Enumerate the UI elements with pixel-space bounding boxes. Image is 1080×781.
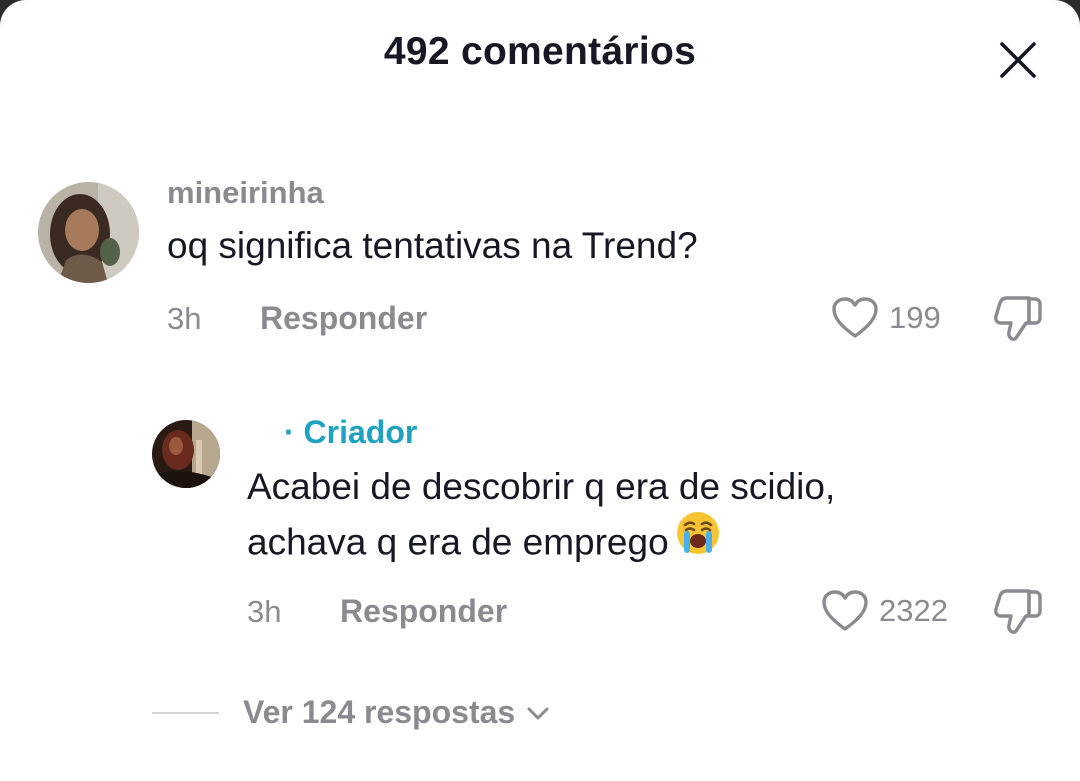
like-count: 199 (889, 300, 941, 335)
heart-icon (822, 590, 868, 631)
reply-like-count: 2322 (879, 593, 948, 628)
reply-button[interactable]: Responder (260, 300, 427, 337)
view-replies-button[interactable]: Ver 124 respostas (152, 694, 551, 731)
crying-face-emoji (675, 510, 721, 571)
comment-text: oq significa tentativas na Trend? (167, 225, 698, 266)
comments-sheet: 492 comentários mineirinha oq significa … (0, 0, 1080, 781)
chevron-down-icon (527, 707, 549, 719)
reply-avatar[interactable] (152, 420, 220, 488)
close-icon (1000, 42, 1036, 78)
thumbs-down-icon (994, 589, 1042, 634)
dislike-button[interactable] (993, 294, 1043, 347)
creator-badge: · Criador (284, 414, 418, 450)
reply-text-line-1: Acabei de descobrir q era de scidio, (247, 466, 836, 507)
reply-time: 3h (247, 594, 282, 629)
reply-text-line-2-text: achava q era de emprego (247, 521, 669, 563)
reply-reply-button[interactable]: Responder (340, 593, 507, 630)
thumbs-down-icon (994, 296, 1042, 341)
reply-dislike-button[interactable] (993, 587, 1043, 640)
reply-like-button[interactable]: 2322 (821, 589, 948, 633)
close-button[interactable] (994, 36, 1042, 84)
comments-count-title: 492 comentários (383, 30, 697, 73)
reply-text-line-2: achava q era de emprego (247, 512, 967, 575)
divider (152, 711, 219, 714)
view-replies-label: Ver 124 respostas (243, 694, 516, 730)
comment-username[interactable]: mineirinha (167, 175, 324, 211)
reply-text: Acabei de descobrir q era de scidio, ach… (247, 460, 967, 575)
comment-time: 3h (167, 301, 202, 336)
avatar[interactable] (38, 182, 139, 283)
heart-icon (832, 297, 878, 338)
like-button[interactable]: 199 (831, 296, 941, 340)
